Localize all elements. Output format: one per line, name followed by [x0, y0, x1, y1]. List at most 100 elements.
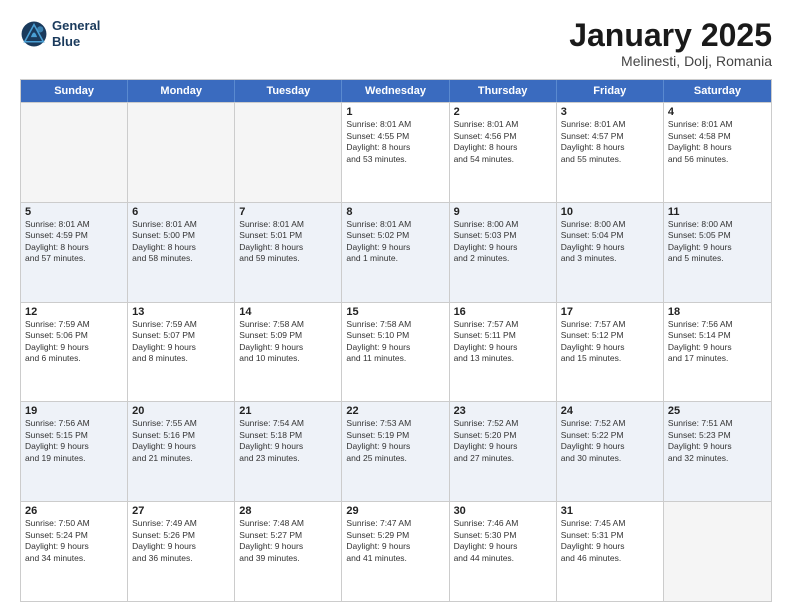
cell-info: Sunrise: 7:58 AMSunset: 5:09 PMDaylight:… [239, 319, 337, 365]
cell-info: Sunrise: 8:01 AMSunset: 5:01 PMDaylight:… [239, 219, 337, 265]
day-number: 1 [346, 106, 444, 118]
day-number: 14 [239, 306, 337, 318]
day-number: 21 [239, 405, 337, 417]
calendar-week-2: 12Sunrise: 7:59 AMSunset: 5:06 PMDayligh… [21, 302, 771, 402]
day-number: 6 [132, 206, 230, 218]
calendar-cell-w2c0: 12Sunrise: 7:59 AMSunset: 5:06 PMDayligh… [21, 303, 128, 402]
cell-info: Sunrise: 7:45 AMSunset: 5:31 PMDaylight:… [561, 518, 659, 564]
calendar-cell-w3c5: 24Sunrise: 7:52 AMSunset: 5:22 PMDayligh… [557, 402, 664, 501]
calendar: SundayMondayTuesdayWednesdayThursdayFrid… [20, 79, 772, 602]
cell-info: Sunrise: 8:00 AMSunset: 5:03 PMDaylight:… [454, 219, 552, 265]
day-number: 29 [346, 505, 444, 517]
calendar-cell-w0c1 [128, 103, 235, 202]
cell-info: Sunrise: 7:53 AMSunset: 5:19 PMDaylight:… [346, 418, 444, 464]
day-number: 3 [561, 106, 659, 118]
day-number: 28 [239, 505, 337, 517]
month-title: January 2025 [569, 18, 772, 53]
cell-info: Sunrise: 7:58 AMSunset: 5:10 PMDaylight:… [346, 319, 444, 365]
cell-info: Sunrise: 7:59 AMSunset: 5:06 PMDaylight:… [25, 319, 123, 365]
page: General Blue January 2025 Melinesti, Dol… [0, 0, 792, 612]
day-number: 22 [346, 405, 444, 417]
day-number: 16 [454, 306, 552, 318]
calendar-cell-w2c1: 13Sunrise: 7:59 AMSunset: 5:07 PMDayligh… [128, 303, 235, 402]
calendar-cell-w1c1: 6Sunrise: 8:01 AMSunset: 5:00 PMDaylight… [128, 203, 235, 302]
calendar-cell-w2c6: 18Sunrise: 7:56 AMSunset: 5:14 PMDayligh… [664, 303, 771, 402]
day-header-thursday: Thursday [450, 80, 557, 102]
day-number: 26 [25, 505, 123, 517]
calendar-cell-w2c4: 16Sunrise: 7:57 AMSunset: 5:11 PMDayligh… [450, 303, 557, 402]
calendar-cell-w4c5: 31Sunrise: 7:45 AMSunset: 5:31 PMDayligh… [557, 502, 664, 601]
day-number: 7 [239, 206, 337, 218]
calendar-cell-w0c2 [235, 103, 342, 202]
calendar-cell-w0c0 [21, 103, 128, 202]
location: Melinesti, Dolj, Romania [569, 53, 772, 69]
logo-text: General Blue [52, 18, 100, 49]
calendar-week-3: 19Sunrise: 7:56 AMSunset: 5:15 PMDayligh… [21, 401, 771, 501]
cell-info: Sunrise: 8:01 AMSunset: 4:58 PMDaylight:… [668, 119, 767, 165]
calendar-cell-w4c2: 28Sunrise: 7:48 AMSunset: 5:27 PMDayligh… [235, 502, 342, 601]
calendar-cell-w3c4: 23Sunrise: 7:52 AMSunset: 5:20 PMDayligh… [450, 402, 557, 501]
calendar-cell-w3c0: 19Sunrise: 7:56 AMSunset: 5:15 PMDayligh… [21, 402, 128, 501]
cell-info: Sunrise: 7:56 AMSunset: 5:14 PMDaylight:… [668, 319, 767, 365]
cell-info: Sunrise: 7:51 AMSunset: 5:23 PMDaylight:… [668, 418, 767, 464]
header: General Blue January 2025 Melinesti, Dol… [20, 18, 772, 69]
cell-info: Sunrise: 7:50 AMSunset: 5:24 PMDaylight:… [25, 518, 123, 564]
calendar-cell-w4c0: 26Sunrise: 7:50 AMSunset: 5:24 PMDayligh… [21, 502, 128, 601]
cell-info: Sunrise: 7:59 AMSunset: 5:07 PMDaylight:… [132, 319, 230, 365]
cell-info: Sunrise: 8:01 AMSunset: 5:02 PMDaylight:… [346, 219, 444, 265]
day-number: 24 [561, 405, 659, 417]
calendar-header: SundayMondayTuesdayWednesdayThursdayFrid… [21, 80, 771, 102]
title-block: January 2025 Melinesti, Dolj, Romania [569, 18, 772, 69]
calendar-cell-w4c4: 30Sunrise: 7:46 AMSunset: 5:30 PMDayligh… [450, 502, 557, 601]
logo: General Blue [20, 18, 100, 49]
calendar-cell-w3c1: 20Sunrise: 7:55 AMSunset: 5:16 PMDayligh… [128, 402, 235, 501]
cell-info: Sunrise: 7:52 AMSunset: 5:20 PMDaylight:… [454, 418, 552, 464]
calendar-cell-w2c5: 17Sunrise: 7:57 AMSunset: 5:12 PMDayligh… [557, 303, 664, 402]
day-number: 12 [25, 306, 123, 318]
calendar-cell-w3c3: 22Sunrise: 7:53 AMSunset: 5:19 PMDayligh… [342, 402, 449, 501]
day-number: 13 [132, 306, 230, 318]
day-header-wednesday: Wednesday [342, 80, 449, 102]
calendar-body: 1Sunrise: 8:01 AMSunset: 4:55 PMDaylight… [21, 102, 771, 601]
cell-info: Sunrise: 7:56 AMSunset: 5:15 PMDaylight:… [25, 418, 123, 464]
calendar-cell-w3c2: 21Sunrise: 7:54 AMSunset: 5:18 PMDayligh… [235, 402, 342, 501]
logo-icon [20, 20, 48, 48]
day-number: 23 [454, 405, 552, 417]
day-header-friday: Friday [557, 80, 664, 102]
calendar-week-1: 5Sunrise: 8:01 AMSunset: 4:59 PMDaylight… [21, 202, 771, 302]
day-number: 27 [132, 505, 230, 517]
day-number: 9 [454, 206, 552, 218]
calendar-week-0: 1Sunrise: 8:01 AMSunset: 4:55 PMDaylight… [21, 102, 771, 202]
cell-info: Sunrise: 8:01 AMSunset: 4:57 PMDaylight:… [561, 119, 659, 165]
day-number: 8 [346, 206, 444, 218]
calendar-cell-w1c5: 10Sunrise: 8:00 AMSunset: 5:04 PMDayligh… [557, 203, 664, 302]
calendar-cell-w4c3: 29Sunrise: 7:47 AMSunset: 5:29 PMDayligh… [342, 502, 449, 601]
calendar-cell-w2c3: 15Sunrise: 7:58 AMSunset: 5:10 PMDayligh… [342, 303, 449, 402]
calendar-cell-w1c2: 7Sunrise: 8:01 AMSunset: 5:01 PMDaylight… [235, 203, 342, 302]
cell-info: Sunrise: 7:54 AMSunset: 5:18 PMDaylight:… [239, 418, 337, 464]
cell-info: Sunrise: 7:57 AMSunset: 5:12 PMDaylight:… [561, 319, 659, 365]
day-header-saturday: Saturday [664, 80, 771, 102]
day-number: 30 [454, 505, 552, 517]
cell-info: Sunrise: 7:48 AMSunset: 5:27 PMDaylight:… [239, 518, 337, 564]
cell-info: Sunrise: 8:01 AMSunset: 5:00 PMDaylight:… [132, 219, 230, 265]
cell-info: Sunrise: 7:46 AMSunset: 5:30 PMDaylight:… [454, 518, 552, 564]
day-header-monday: Monday [128, 80, 235, 102]
cell-info: Sunrise: 8:01 AMSunset: 4:56 PMDaylight:… [454, 119, 552, 165]
day-number: 20 [132, 405, 230, 417]
cell-info: Sunrise: 8:00 AMSunset: 5:05 PMDaylight:… [668, 219, 767, 265]
cell-info: Sunrise: 7:52 AMSunset: 5:22 PMDaylight:… [561, 418, 659, 464]
day-number: 2 [454, 106, 552, 118]
day-number: 18 [668, 306, 767, 318]
cell-info: Sunrise: 8:01 AMSunset: 4:55 PMDaylight:… [346, 119, 444, 165]
calendar-cell-w2c2: 14Sunrise: 7:58 AMSunset: 5:09 PMDayligh… [235, 303, 342, 402]
calendar-cell-w4c6 [664, 502, 771, 601]
calendar-cell-w0c3: 1Sunrise: 8:01 AMSunset: 4:55 PMDaylight… [342, 103, 449, 202]
day-number: 4 [668, 106, 767, 118]
cell-info: Sunrise: 7:55 AMSunset: 5:16 PMDaylight:… [132, 418, 230, 464]
calendar-cell-w4c1: 27Sunrise: 7:49 AMSunset: 5:26 PMDayligh… [128, 502, 235, 601]
calendar-week-4: 26Sunrise: 7:50 AMSunset: 5:24 PMDayligh… [21, 501, 771, 601]
day-number: 31 [561, 505, 659, 517]
cell-info: Sunrise: 7:49 AMSunset: 5:26 PMDaylight:… [132, 518, 230, 564]
cell-info: Sunrise: 8:01 AMSunset: 4:59 PMDaylight:… [25, 219, 123, 265]
